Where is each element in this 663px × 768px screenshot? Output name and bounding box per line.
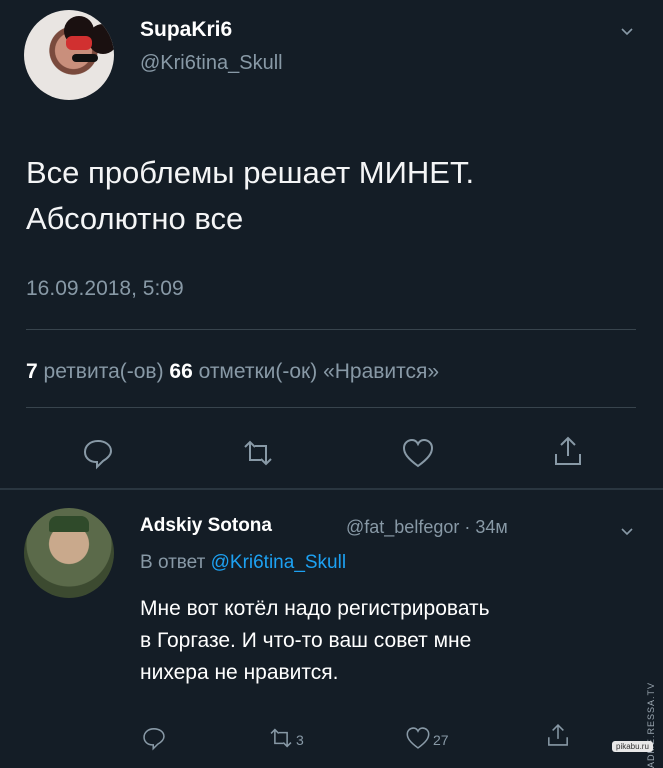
share-icon[interactable] xyxy=(545,722,571,748)
reply-mention-link[interactable]: @Kri6tina_Skull xyxy=(211,552,346,573)
display-name[interactable]: SupaKri6 xyxy=(140,18,232,42)
avatar[interactable] xyxy=(24,10,114,100)
avatar-ear-right xyxy=(88,24,114,54)
tweet-timestamp[interactable]: 16.09.2018, 5:09 xyxy=(26,277,184,301)
retweet-icon[interactable] xyxy=(268,725,294,751)
reply-retweet-count: 3 xyxy=(296,732,304,748)
reply-icon[interactable] xyxy=(141,725,167,751)
reply-tweet: Adskiy Sotona @fat_belfegor · 34м В отве… xyxy=(0,490,663,760)
like-icon[interactable] xyxy=(401,436,435,470)
divider xyxy=(26,407,636,408)
likes-count: 66 xyxy=(169,360,193,383)
reply-like-count: 27 xyxy=(433,732,449,748)
reply-display-name[interactable]: Adskiy Sotona xyxy=(140,515,272,537)
share-icon[interactable] xyxy=(551,434,585,468)
avatar-bow xyxy=(66,36,92,50)
like-icon[interactable] xyxy=(405,725,431,751)
tweet-text: Все проблемы решает МИНЕТ. Абсолютно все xyxy=(26,155,475,236)
reply-text: Мне вот котёл надо регистрировать в Горг… xyxy=(140,597,490,684)
chevron-down-icon[interactable] xyxy=(620,524,634,538)
main-tweet: SupaKri6 @Kri6tina_Skull Все проблемы ре… xyxy=(0,0,663,490)
chevron-down-icon[interactable] xyxy=(620,24,634,38)
retweet-icon[interactable] xyxy=(241,436,275,470)
avatar-crown xyxy=(49,516,89,532)
likes-label: отметки(-ок) «Нравится» xyxy=(192,360,440,383)
avatar-glasses xyxy=(72,54,98,62)
retweets-label: ретвита(-ов) xyxy=(37,360,170,383)
watermark-corner: pikabu.ru xyxy=(612,741,653,752)
user-handle[interactable]: @Kri6tina_Skull xyxy=(140,52,283,75)
reply-prefix: В ответ xyxy=(140,552,211,573)
reply-avatar[interactable] xyxy=(24,508,114,598)
tweet-stats[interactable]: 7 ретвита(-ов) 66 отметки(-ок) «Нравится… xyxy=(26,360,439,384)
retweets-count: 7 xyxy=(26,360,38,383)
reply-context: В ответ @Kri6tina_Skull xyxy=(140,552,346,574)
reply-handle-time[interactable]: @fat_belfegor · 34м xyxy=(346,517,508,538)
reply-icon[interactable] xyxy=(81,436,115,470)
divider xyxy=(26,329,636,330)
watermark-side: ADME.RESSA.TV xyxy=(646,682,656,768)
